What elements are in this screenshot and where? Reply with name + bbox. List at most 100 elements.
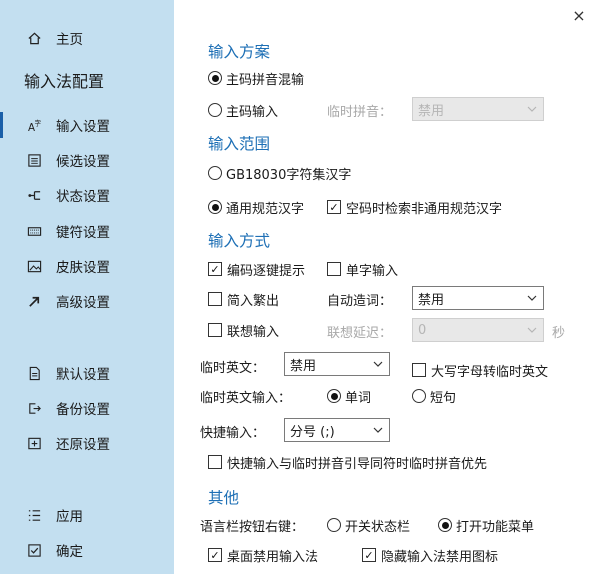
checkbox[interactable]: [208, 455, 222, 469]
single-char-checkbox[interactable]: 单字输入: [327, 258, 398, 280]
simp-trad-checkbox[interactable]: 简入繁出: [208, 288, 279, 310]
range-option-standard[interactable]: 通用规范汉字: [208, 196, 304, 218]
temp-pinyin-select[interactable]: 禁用: [412, 97, 544, 121]
radio-button[interactable]: [208, 71, 222, 85]
import-icon: [26, 435, 42, 451]
select-value: 禁用: [418, 292, 445, 308]
quick-input-label-row: 快捷输入：: [200, 420, 265, 442]
chevron-down-icon: [527, 324, 537, 334]
checkbox-label: 简入繁出: [227, 293, 280, 309]
sidebar-item-label: 皮肤设置: [56, 260, 110, 276]
chevron-down-icon: [527, 292, 537, 302]
scheme-option-main[interactable]: 主码输入: [208, 99, 278, 121]
svg-text:字: 字: [34, 118, 41, 127]
option-label: 打开功能菜单: [456, 519, 535, 535]
temp-pinyin-label-row: 临时拼音：: [327, 99, 392, 121]
option-label: 单词: [345, 390, 372, 406]
assoc-delay-select[interactable]: 0: [412, 318, 544, 342]
sidebar-item-label: 状态设置: [56, 189, 110, 205]
export-icon: [26, 400, 42, 416]
temp-pinyin-label: 临时拼音：: [327, 104, 393, 120]
hide-icon-checkbox[interactable]: ✓ 隐藏输入法禁用图标: [362, 544, 498, 566]
range-option-gb18030[interactable]: GB18030字符集汉字: [208, 162, 351, 184]
radio-button[interactable]: [208, 200, 222, 214]
temp-en-sentence-option[interactable]: 短句: [412, 385, 456, 407]
range-search-nonstandard[interactable]: ✓ 空码时检索非通用规范汉字: [327, 196, 502, 218]
temp-en-input-label-row: 临时英文输入：: [200, 385, 291, 407]
quick-input-label: 快捷输入：: [200, 425, 266, 441]
checkbox-label: 空码时检索非通用规范汉字: [346, 201, 503, 217]
apply-button[interactable]: 应用: [26, 502, 83, 528]
quick-input-select[interactable]: 分号 (;): [284, 418, 390, 442]
document-icon: [26, 365, 42, 381]
sidebar-item-label: 备份设置: [56, 402, 110, 418]
assoc-delay-unit: 秒: [552, 325, 566, 341]
assoc-delay-label-row: 联想延迟：: [327, 320, 392, 342]
active-indicator: [0, 112, 3, 138]
checkbox[interactable]: [208, 323, 222, 337]
radio-button[interactable]: [208, 166, 222, 180]
sidebar-item-label: 输入设置: [56, 119, 110, 135]
checkbox[interactable]: [412, 363, 426, 377]
langbar-label-row: 语言栏按钮右键：: [200, 514, 304, 536]
ok-label: 确定: [56, 544, 83, 560]
temp-en-word-option[interactable]: 单词: [327, 385, 371, 407]
settings-panel: × 输入方案 主码拼音混输 主码输入 临时拼音： 禁用 输入范围 GB18030…: [174, 0, 600, 574]
checkbox-label: 大写字母转临时英文: [431, 364, 549, 380]
ok-button[interactable]: 确定: [26, 537, 83, 563]
langbar-label: 语言栏按钮右键：: [200, 519, 305, 535]
sidebar-item-advanced-settings[interactable]: 高级设置: [26, 288, 110, 314]
sidebar-item-skin-settings[interactable]: 皮肤设置: [26, 253, 110, 279]
checkbox-checked[interactable]: ✓: [208, 262, 222, 276]
caps-to-en-checkbox[interactable]: 大写字母转临时英文: [412, 359, 548, 381]
code-hint-checkbox[interactable]: ✓ 编码逐键提示: [208, 258, 305, 280]
chevron-down-icon: [373, 424, 383, 434]
chevron-down-icon: [527, 103, 537, 113]
assoc-checkbox[interactable]: 联想输入: [208, 319, 279, 341]
option-label: 通用规范汉字: [226, 201, 305, 217]
assoc-delay-label: 联想延迟：: [327, 325, 393, 341]
checkbox-checked[interactable]: ✓: [327, 200, 341, 214]
auto-word-label: 自动造词：: [327, 293, 393, 309]
select-value: 0: [418, 322, 427, 338]
keyboard-icon: [26, 223, 42, 239]
desktop-disable-checkbox[interactable]: ✓ 桌面禁用输入法: [208, 544, 318, 566]
radio-button[interactable]: [208, 103, 222, 117]
option-label: 主码拼音混输: [226, 72, 305, 88]
sidebar-item-status-settings[interactable]: 状态设置: [26, 182, 110, 208]
checkbox[interactable]: [327, 262, 341, 276]
temp-en-label: 临时英文：: [200, 360, 266, 376]
open-menu-option[interactable]: 打开功能菜单: [438, 514, 534, 536]
option-label: GB18030字符集汉字: [226, 167, 352, 183]
select-value: 禁用: [290, 358, 317, 374]
sidebar-item-label: 主页: [56, 32, 83, 48]
toggle-status-option[interactable]: 开关状态栏: [327, 514, 410, 536]
sidebar-item-restore-settings[interactable]: 还原设置: [26, 430, 110, 456]
close-button[interactable]: ×: [568, 4, 590, 26]
sidebar-item-default-settings[interactable]: 默认设置: [26, 360, 110, 386]
auto-word-label-row: 自动造词：: [327, 288, 392, 310]
section-title-scheme: 输入方案: [208, 43, 271, 61]
checkbox-label: 编码逐键提示: [227, 263, 306, 279]
select-value: 分号 (;): [290, 424, 335, 440]
checkbox-checked[interactable]: ✓: [208, 548, 222, 562]
sidebar-item-backup-settings[interactable]: 备份设置: [26, 395, 110, 421]
sidebar-item-input-settings[interactable]: A字 输入设置: [26, 112, 110, 138]
sidebar-item-home[interactable]: 主页: [26, 25, 83, 51]
auto-word-select[interactable]: 禁用: [412, 286, 544, 310]
home-icon: [26, 30, 42, 46]
radio-button[interactable]: [412, 389, 426, 403]
sidebar-item-candidate-settings[interactable]: 候选设置: [26, 147, 110, 173]
sidebar-section-title: 输入法配置: [24, 72, 105, 91]
sidebar-item-key-settings[interactable]: 键符设置: [26, 218, 110, 244]
checkbox-checked[interactable]: ✓: [362, 548, 376, 562]
radio-button[interactable]: [327, 518, 341, 532]
sidebar-item-label: 键符设置: [56, 225, 110, 241]
quick-priority-checkbox[interactable]: 快捷输入与临时拼音引导同符时临时拼音优先: [208, 451, 487, 473]
radio-button[interactable]: [438, 518, 452, 532]
checkbox[interactable]: [208, 292, 222, 306]
section-title-other: 其他: [208, 489, 240, 507]
temp-en-select[interactable]: 禁用: [284, 352, 390, 376]
scheme-option-mixed[interactable]: 主码拼音混输: [208, 67, 304, 89]
radio-button[interactable]: [327, 389, 341, 403]
